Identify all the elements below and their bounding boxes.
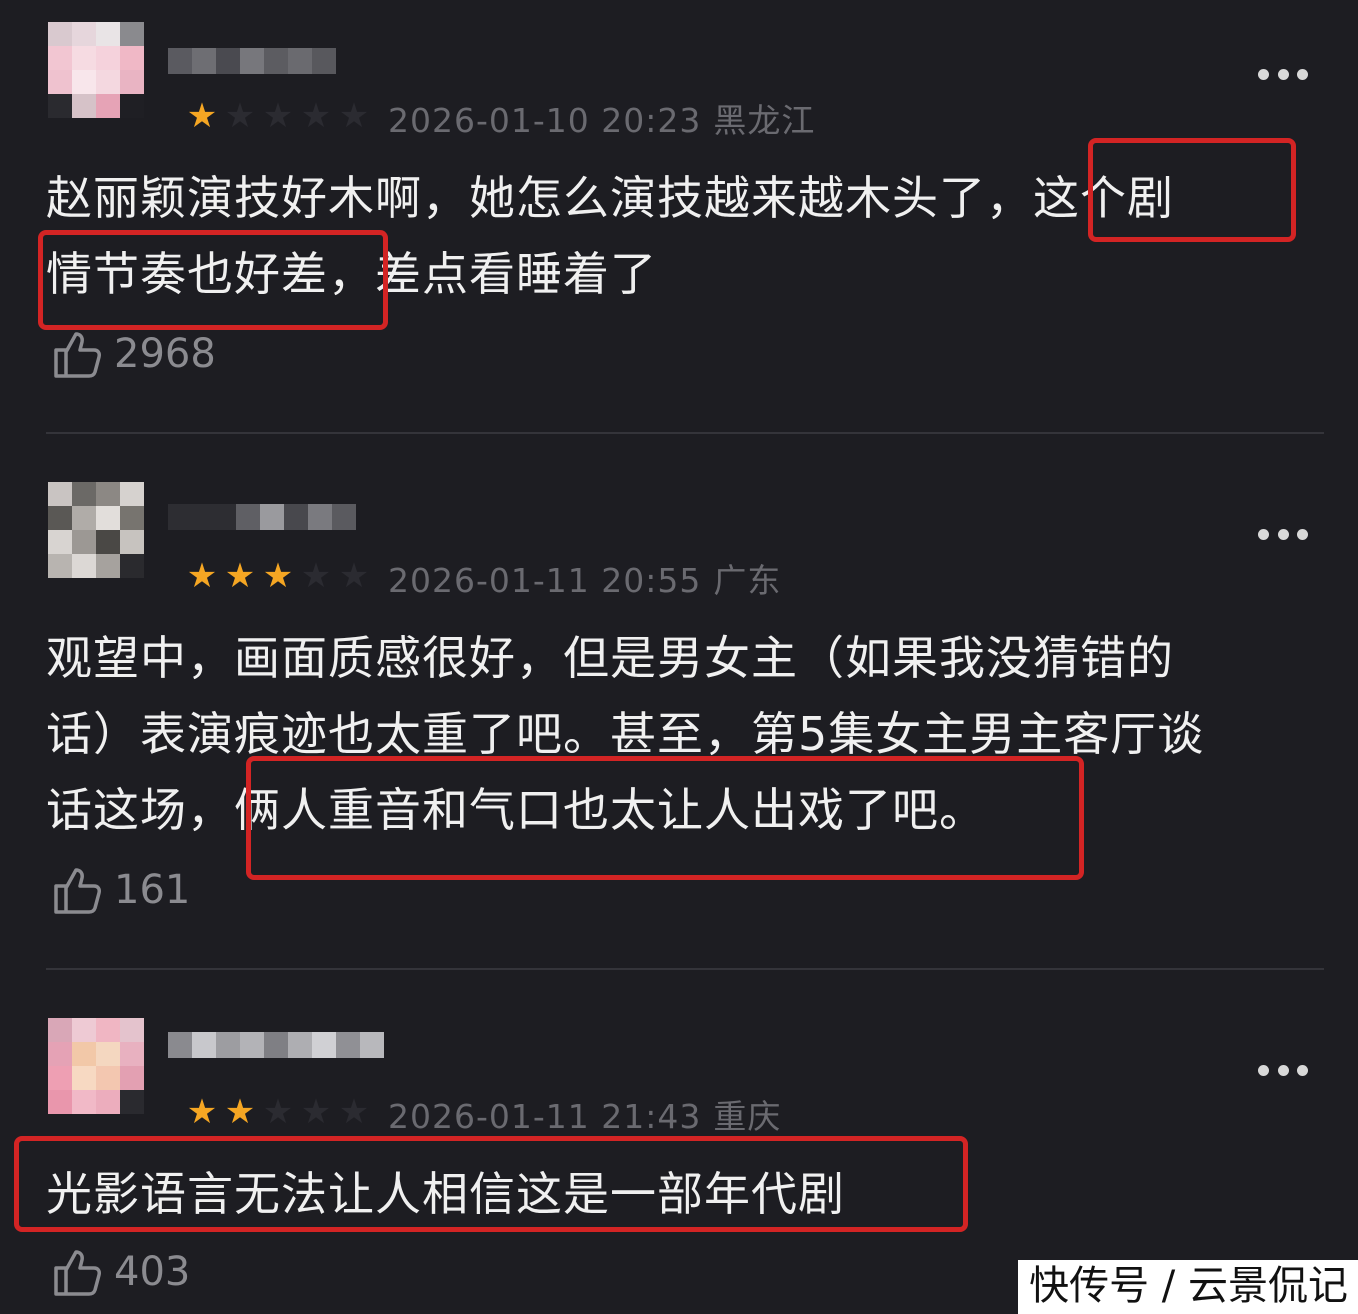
like-count: 403 bbox=[114, 1249, 191, 1295]
comment-meta: 2026-01-10 20:23 黑龙江 bbox=[388, 94, 815, 142]
star-icon: ★ bbox=[338, 556, 370, 596]
star-icon: ★ bbox=[186, 556, 218, 596]
comment-line: 赵丽颖演技好木啊，她怎么演技越来越木头了，这个剧 bbox=[46, 171, 1174, 225]
thumbs-up-icon bbox=[54, 1250, 101, 1296]
star-icon: ★ bbox=[262, 556, 294, 596]
star-icon: ★ bbox=[300, 1092, 332, 1132]
star-icon: ★ bbox=[262, 96, 294, 136]
star-icon: ★ bbox=[300, 556, 332, 596]
star-icon: ★ bbox=[224, 556, 256, 596]
star-icon: ★ bbox=[186, 1092, 218, 1132]
star-icon: ★ bbox=[262, 1092, 294, 1132]
star-icon: ★ bbox=[338, 1092, 370, 1132]
comment-line: 观望中，画面质感很好，但是男女主（如果我没猜错的 bbox=[46, 631, 1174, 685]
star-icon: ★ bbox=[224, 96, 256, 136]
like-button[interactable]: 2968 bbox=[52, 328, 216, 380]
star-rating: ★ ★ ★ ★ ★ bbox=[184, 1094, 372, 1130]
like-button[interactable]: 403 bbox=[52, 1246, 190, 1298]
comment-meta: 2026-01-11 21:43 重庆 bbox=[388, 1090, 781, 1138]
comment-line: 话）表演痕迹也太重了吧。甚至，第5集女主男主客厅谈 bbox=[46, 707, 1205, 761]
username-blurred[interactable] bbox=[168, 504, 356, 530]
comment-location: 黑龙江 bbox=[713, 101, 816, 140]
comment-line: 话这场，俩人重音和气口也太让人出戏了吧。 bbox=[46, 783, 986, 837]
avatar[interactable] bbox=[48, 22, 144, 118]
star-icon: ★ bbox=[338, 96, 370, 136]
comment-meta: 2026-01-11 20:55 广东 bbox=[388, 554, 781, 602]
comment-location: 重庆 bbox=[713, 1097, 782, 1136]
more-dots-icon[interactable] bbox=[1258, 529, 1308, 541]
comment-datetime: 2026-01-11 21:43 bbox=[388, 1097, 702, 1136]
like-button[interactable]: 161 bbox=[52, 864, 190, 916]
thumbs-up-icon bbox=[54, 332, 101, 378]
thumbs-up-icon bbox=[54, 868, 101, 914]
comment-line: 情节奏也好差，差点看睡着了 bbox=[46, 247, 657, 301]
username-blurred[interactable] bbox=[168, 48, 336, 74]
comment-text: 光影语言无法让人相信这是一部年代剧 bbox=[46, 1156, 1316, 1232]
divider bbox=[46, 432, 1324, 434]
comment-text: 观望中，画面质感很好，但是男女主（如果我没猜错的 话）表演痕迹也太重了吧。甚至，… bbox=[46, 620, 1316, 848]
watermark: 快传号 / 云景侃记 bbox=[1029, 1263, 1348, 1309]
comment-datetime: 2026-01-11 20:55 bbox=[388, 561, 702, 600]
star-icon: ★ bbox=[300, 96, 332, 136]
like-count: 161 bbox=[114, 867, 191, 913]
more-dots-icon[interactable] bbox=[1258, 69, 1308, 81]
comment-location: 广东 bbox=[713, 561, 782, 600]
star-rating: ★ ★ ★ ★ ★ bbox=[184, 558, 372, 594]
username-blurred[interactable] bbox=[168, 1032, 384, 1058]
more-dots-icon[interactable] bbox=[1258, 1065, 1308, 1077]
comment-datetime: 2026-01-10 20:23 bbox=[388, 101, 702, 140]
star-rating: ★ ★ ★ ★ ★ bbox=[184, 98, 372, 134]
avatar[interactable] bbox=[48, 482, 144, 578]
divider bbox=[46, 968, 1324, 970]
star-icon: ★ bbox=[224, 1092, 256, 1132]
star-icon: ★ bbox=[186, 96, 218, 136]
comment-line: 光影语言无法让人相信这是一部年代剧 bbox=[46, 1167, 845, 1221]
avatar[interactable] bbox=[48, 1018, 144, 1114]
like-count: 2968 bbox=[114, 331, 216, 377]
comment-text: 赵丽颖演技好木啊，她怎么演技越来越木头了，这个剧 情节奏也好差，差点看睡着了 bbox=[46, 160, 1316, 312]
